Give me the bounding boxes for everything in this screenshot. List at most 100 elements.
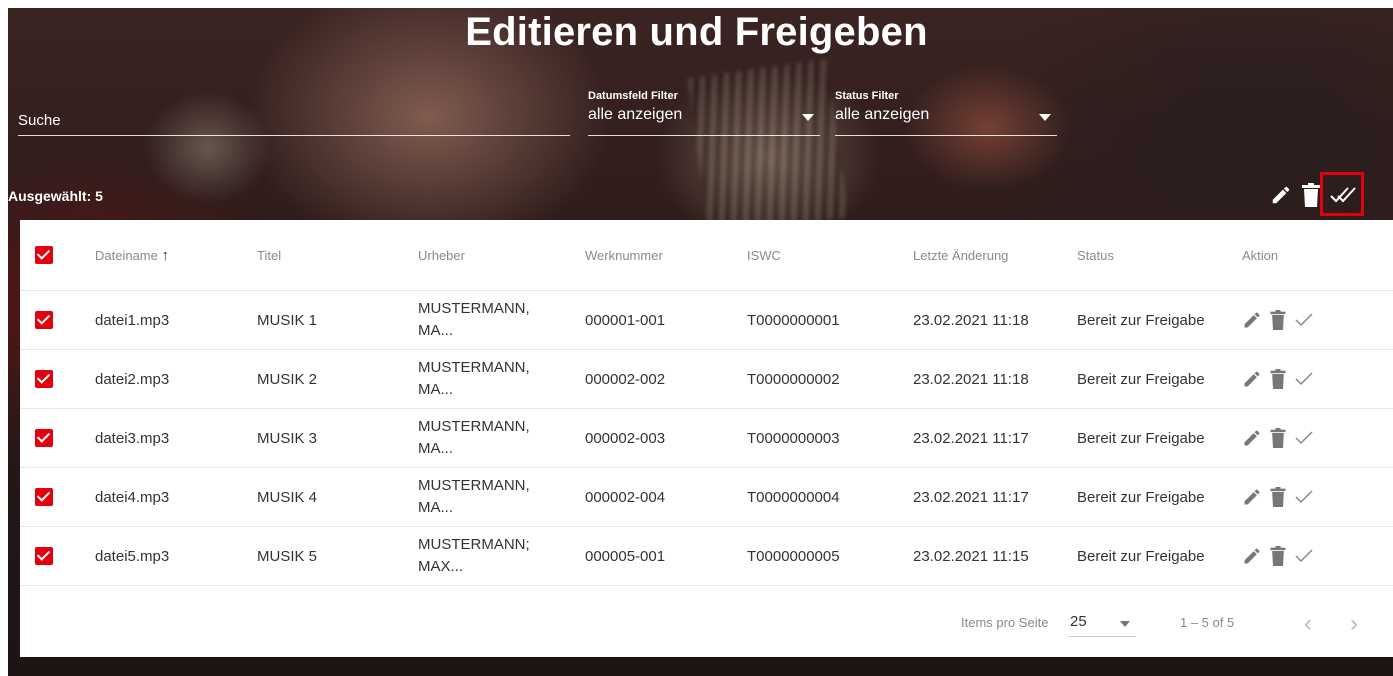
search-field[interactable] — [18, 112, 570, 136]
column-header-dateiname[interactable]: Dateiname ↑ — [95, 247, 169, 264]
chevron-down-icon[interactable] — [1120, 621, 1130, 627]
row-actions — [1242, 369, 1314, 389]
cell-titel: MUSIK 1 — [257, 311, 318, 329]
cell-urheber: MUSTERMANN, MA... — [418, 298, 530, 342]
trash-icon[interactable] — [1270, 428, 1286, 448]
paginator: Items pro Seite 25 1 – 5 of 5 ‹ › — [20, 600, 1393, 657]
chevron-right-icon[interactable]: › — [1350, 610, 1358, 638]
check-icon[interactable] — [1294, 546, 1314, 566]
status-filter-value: alle anzeigen — [835, 106, 930, 123]
row-actions — [1242, 310, 1314, 330]
table-row[interactable]: datei3.mp3 MUSIK 3 MUSTERMANN, MA... 0000… — [20, 409, 1393, 468]
cell-status: Bereit zur Freigabe — [1077, 547, 1205, 565]
pencil-icon[interactable] — [1242, 428, 1262, 448]
chevron-left-icon[interactable]: ‹ — [1304, 610, 1312, 638]
check-icon[interactable] — [1294, 428, 1314, 448]
cell-dateiname: datei3.mp3 — [95, 429, 170, 447]
pencil-icon[interactable] — [1242, 369, 1262, 389]
column-header-aktion: Aktion — [1242, 247, 1279, 263]
cell-titel: MUSIK 3 — [257, 429, 318, 447]
table-row[interactable]: datei2.mp3 MUSIK 2 MUSTERMANN, MA... 0000… — [20, 350, 1393, 409]
trash-icon[interactable] — [1270, 369, 1286, 389]
trash-icon — [1302, 182, 1320, 207]
page-range-label: 1 – 5 of 5 — [1180, 615, 1235, 630]
urheber-line: MA... — [418, 499, 454, 516]
cell-letzte-aenderung: 23.02.2021 11:18 — [913, 370, 1029, 388]
cell-urheber: MUSTERMANN, MA... — [418, 357, 530, 401]
urheber-line: MA... — [418, 322, 454, 339]
column-header-titel[interactable]: Titel — [257, 248, 281, 263]
row-actions — [1242, 428, 1314, 448]
cell-letzte-aenderung: 23.02.2021 11:17 — [913, 429, 1029, 447]
cell-status: Bereit zur Freigabe — [1077, 311, 1205, 329]
items-per-page-label: Items pro Seite — [961, 615, 1049, 630]
bulk-edit-button[interactable] — [1270, 184, 1292, 211]
row-actions — [1242, 546, 1314, 566]
column-header-status[interactable]: Status — [1077, 248, 1114, 263]
cell-werknummer: 000002-004 — [585, 488, 666, 506]
column-header-label: Dateiname — [95, 247, 158, 263]
cell-iswc: T0000000004 — [747, 488, 840, 506]
row-checkbox[interactable] — [35, 429, 53, 447]
search-input[interactable] — [18, 112, 570, 129]
background-decoration — [687, 59, 849, 237]
data-table: Dateiname ↑ Titel Urheber Werknummer ISW… — [20, 220, 1393, 657]
urheber-line: MUSTERMANN, — [418, 477, 530, 494]
row-checkbox[interactable] — [35, 547, 53, 565]
cell-werknummer: 000005-001 — [585, 547, 666, 565]
column-header-letzte-aenderung[interactable]: Letzte Änderung — [913, 248, 1008, 263]
cell-titel: MUSIK 2 — [257, 370, 318, 388]
trash-icon[interactable] — [1270, 310, 1286, 330]
cell-iswc: T0000000003 — [747, 429, 840, 447]
cell-titel: MUSIK 4 — [257, 488, 318, 506]
table-row[interactable]: datei4.mp3 MUSIK 4 MUSTERMANN, MA... 0000… — [20, 468, 1393, 527]
chevron-down-icon — [802, 114, 814, 121]
pencil-icon[interactable] — [1242, 546, 1262, 566]
cell-iswc: T0000000005 — [747, 547, 840, 565]
cell-dateiname: datei5.mp3 — [95, 547, 170, 565]
row-checkbox[interactable] — [35, 311, 53, 329]
page-title: Editieren und Freigeben — [465, 10, 928, 54]
cell-status: Bereit zur Freigabe — [1077, 429, 1205, 447]
urheber-line: MUSTERMANN, — [418, 300, 530, 317]
cell-dateiname: datei1.mp3 — [95, 311, 170, 329]
table-header-row: Dateiname ↑ Titel Urheber Werknummer ISW… — [20, 220, 1393, 291]
trash-icon[interactable] — [1270, 487, 1286, 507]
row-checkbox[interactable] — [35, 370, 53, 388]
row-checkbox[interactable] — [35, 488, 53, 506]
column-header-urheber[interactable]: Urheber — [418, 248, 465, 263]
urheber-line: MA... — [418, 381, 454, 398]
pencil-icon[interactable] — [1242, 487, 1262, 507]
urheber-line: MUSTERMANN; — [418, 536, 530, 553]
cell-urheber: MUSTERMANN, MA... — [418, 416, 530, 460]
selected-count: Ausgewählt: 5 — [8, 188, 103, 204]
select-all-checkbox[interactable] — [35, 246, 53, 264]
urheber-line: MAX... — [418, 558, 464, 575]
column-header-iswc[interactable]: ISWC — [747, 248, 781, 263]
column-header-werknummer[interactable]: Werknummer — [585, 248, 663, 263]
date-filter-select[interactable]: Datumsfeld Filter alle anzeigen — [588, 90, 820, 136]
cell-iswc: T0000000002 — [747, 370, 840, 388]
check-icon[interactable] — [1294, 369, 1314, 389]
urheber-line: MA... — [418, 440, 454, 457]
cell-letzte-aenderung: 23.02.2021 11:15 — [913, 547, 1029, 565]
table-row[interactable]: datei1.mp3 MUSIK 1 MUSTERMANN, MA... 0000… — [20, 291, 1393, 350]
cell-werknummer: 000002-003 — [585, 429, 666, 447]
cell-letzte-aenderung: 23.02.2021 11:18 — [913, 311, 1029, 329]
status-filter-select[interactable]: Status Filter alle anzeigen — [835, 90, 1057, 136]
cell-werknummer: 000001-001 — [585, 311, 666, 329]
cell-status: Bereit zur Freigabe — [1077, 488, 1205, 506]
check-icon[interactable] — [1294, 310, 1314, 330]
cell-urheber: MUSTERMANN; MAX... — [418, 534, 530, 578]
table-row[interactable]: datei5.mp3 MUSIK 5 MUSTERMANN; MAX... 000… — [20, 527, 1393, 586]
page-size-select[interactable]: 25 — [1070, 613, 1087, 630]
cell-titel: MUSIK 5 — [257, 547, 318, 565]
cell-urheber: MUSTERMANN, MA... — [418, 475, 530, 519]
bulk-delete-button[interactable] — [1302, 182, 1320, 212]
check-icon[interactable] — [1294, 487, 1314, 507]
pencil-icon[interactable] — [1242, 310, 1262, 330]
date-filter-label: Datumsfeld Filter — [588, 90, 678, 102]
trash-icon[interactable] — [1270, 546, 1286, 566]
chevron-down-icon — [1039, 114, 1051, 121]
urheber-line: MUSTERMANN, — [418, 418, 530, 435]
